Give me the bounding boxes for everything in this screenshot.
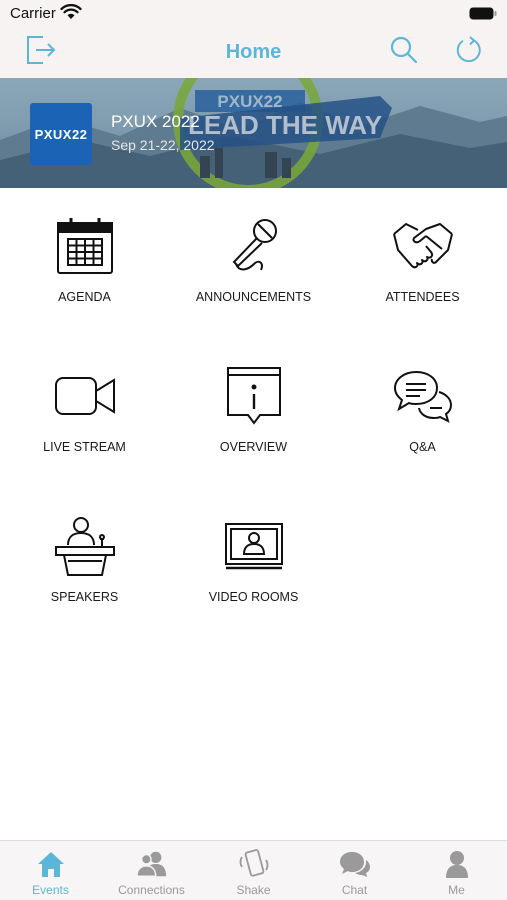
status-bar: Carrier xyxy=(0,0,507,28)
tab-shake[interactable]: Shake xyxy=(203,841,304,900)
tile-label: ATTENDEES xyxy=(385,290,460,304)
handshake-icon xyxy=(391,214,455,278)
page-title: Home xyxy=(225,41,282,63)
tile-video-rooms[interactable]: VIDEO ROOMS xyxy=(169,488,338,618)
chat-bubbles-icon xyxy=(391,364,455,428)
tab-connections[interactable]: Connections xyxy=(101,841,202,900)
battery-icon xyxy=(469,7,497,25)
search-icon xyxy=(389,35,419,70)
event-banner[interactable]: PXUX22 LEAD THE WAY PXUX22 PXUX 2022 Sep… xyxy=(0,78,507,188)
wifi-icon xyxy=(60,4,82,25)
tile-label: AGENDA xyxy=(58,290,111,304)
event-name: PXUX 2022 xyxy=(111,112,200,131)
search-button[interactable] xyxy=(386,34,422,70)
tile-label: VIDEO ROOMS xyxy=(208,590,299,604)
tile-label: LIVE STREAM xyxy=(43,440,126,454)
tab-label: Events xyxy=(32,883,69,897)
microphone-icon xyxy=(222,214,286,278)
tab-label: Chat xyxy=(341,883,368,897)
podium-icon xyxy=(53,514,117,578)
calendar-icon xyxy=(53,214,117,278)
tab-chat[interactable]: Chat xyxy=(304,841,405,900)
refresh-icon xyxy=(454,35,484,70)
tab-label: Connections xyxy=(118,883,185,897)
info-icon xyxy=(222,364,286,428)
video-room-icon xyxy=(222,514,286,578)
tile-overview[interactable]: OVERVIEW xyxy=(169,338,338,468)
tile-attendees[interactable]: ATTENDEES xyxy=(338,188,507,318)
event-logo: PXUX22 xyxy=(30,103,92,165)
tab-bar: Events Connections Shake Chat Me xyxy=(0,840,507,900)
people-icon xyxy=(135,849,168,879)
tile-label: ANNOUNCEMENTS xyxy=(195,290,312,304)
chat-icon xyxy=(339,849,371,879)
home-icon xyxy=(35,849,67,879)
refresh-button[interactable] xyxy=(451,34,487,70)
tab-me[interactable]: Me xyxy=(406,841,507,900)
shake-phone-icon xyxy=(238,849,270,879)
navigation-bar: Home xyxy=(0,28,507,78)
video-camera-icon xyxy=(53,364,117,428)
tile-label: OVERVIEW xyxy=(219,440,288,454)
person-icon xyxy=(441,849,473,879)
tile-speakers[interactable]: SPEAKERS xyxy=(0,488,169,618)
event-dates: Sep 21-22, 2022 xyxy=(111,137,215,153)
tile-live-stream[interactable]: LIVE STREAM xyxy=(0,338,169,468)
tab-events[interactable]: Events xyxy=(0,841,101,900)
tile-label: Q&A xyxy=(409,440,436,454)
tab-label: Shake xyxy=(236,883,271,897)
tile-agenda[interactable]: AGENDA xyxy=(0,188,169,318)
carrier-label: Carrier xyxy=(10,5,56,22)
tile-announcements[interactable]: ANNOUNCEMENTS xyxy=(169,188,338,318)
tile-label: SPEAKERS xyxy=(50,590,119,604)
tab-label: Me xyxy=(448,883,465,897)
tile-qa[interactable]: Q&A xyxy=(338,338,507,468)
